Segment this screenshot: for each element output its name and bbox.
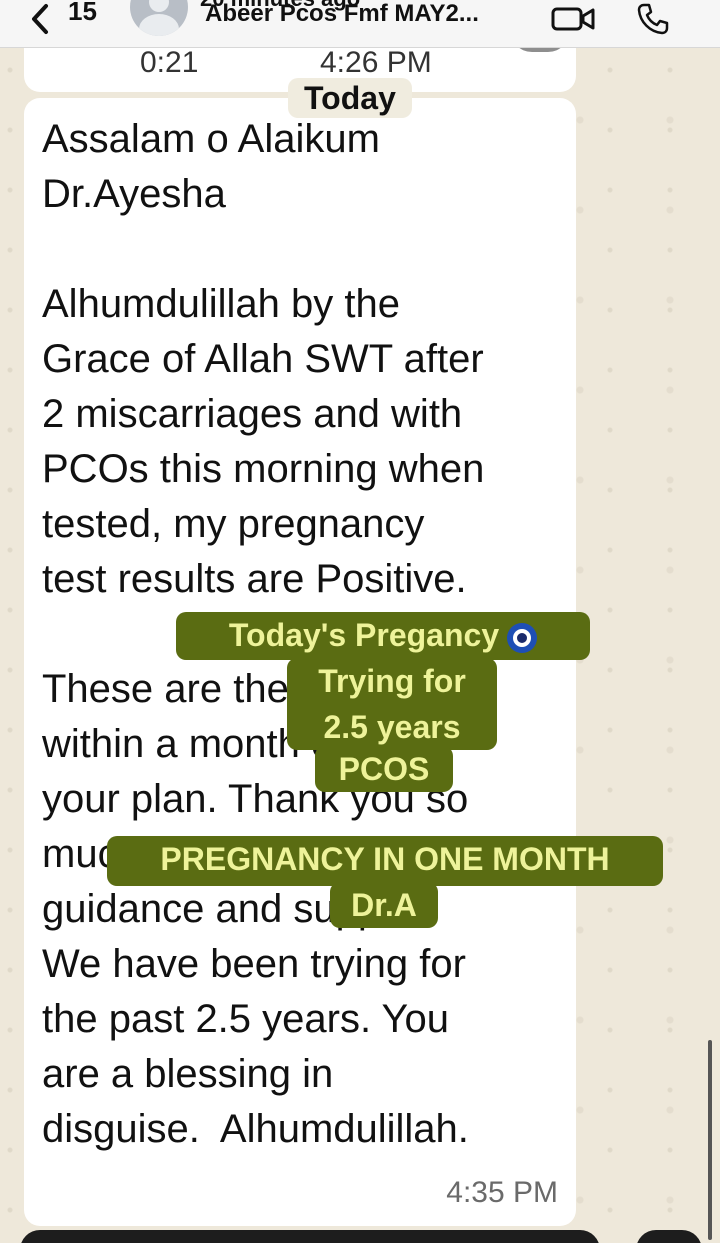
trying-years-tag: Trying for 2.5 years xyxy=(287,658,497,750)
pregnancy-month-label: PREGNANCY IN ONE MONTH xyxy=(160,841,610,877)
pcos-label: PCOS xyxy=(338,751,430,787)
pregnancy-month-tag: PREGNANCY IN ONE MONTH xyxy=(107,836,663,886)
send-button[interactable] xyxy=(636,1230,702,1243)
todays-pregnancy-label: Today's Pregancy xyxy=(228,617,500,653)
scrollbar[interactable] xyxy=(708,1040,712,1240)
doctor-tag: Dr.A xyxy=(330,882,438,928)
todays-pregnancy-tag: Today's Pregancy xyxy=(176,612,590,660)
trying-line-2: 2.5 years xyxy=(323,709,461,745)
chevron-left-icon[interactable] xyxy=(18,2,68,36)
date-separator: Today xyxy=(288,78,412,118)
voice-duration: 0:21 xyxy=(140,46,199,79)
unread-count[interactable]: 15 xyxy=(68,0,97,27)
message-time: 4:35 PM xyxy=(446,1176,558,1209)
chat-header: 15 20 minutes ago Abeer Pcos Fmf MAY2... xyxy=(0,0,720,48)
trying-line-1: Trying for xyxy=(318,663,466,699)
group-avatar[interactable] xyxy=(130,0,188,36)
phone-icon[interactable] xyxy=(636,2,670,36)
voice-message-time: 4:26 PM xyxy=(320,46,432,79)
chat-title[interactable]: Abeer Pcos Fmf MAY2... xyxy=(205,0,479,28)
evil-eye-icon xyxy=(507,622,538,653)
video-call-icon[interactable] xyxy=(550,4,596,34)
message-input-bar[interactable] xyxy=(20,1230,600,1243)
doctor-label: Dr.A xyxy=(351,887,417,923)
pcos-tag: PCOS xyxy=(315,746,453,792)
